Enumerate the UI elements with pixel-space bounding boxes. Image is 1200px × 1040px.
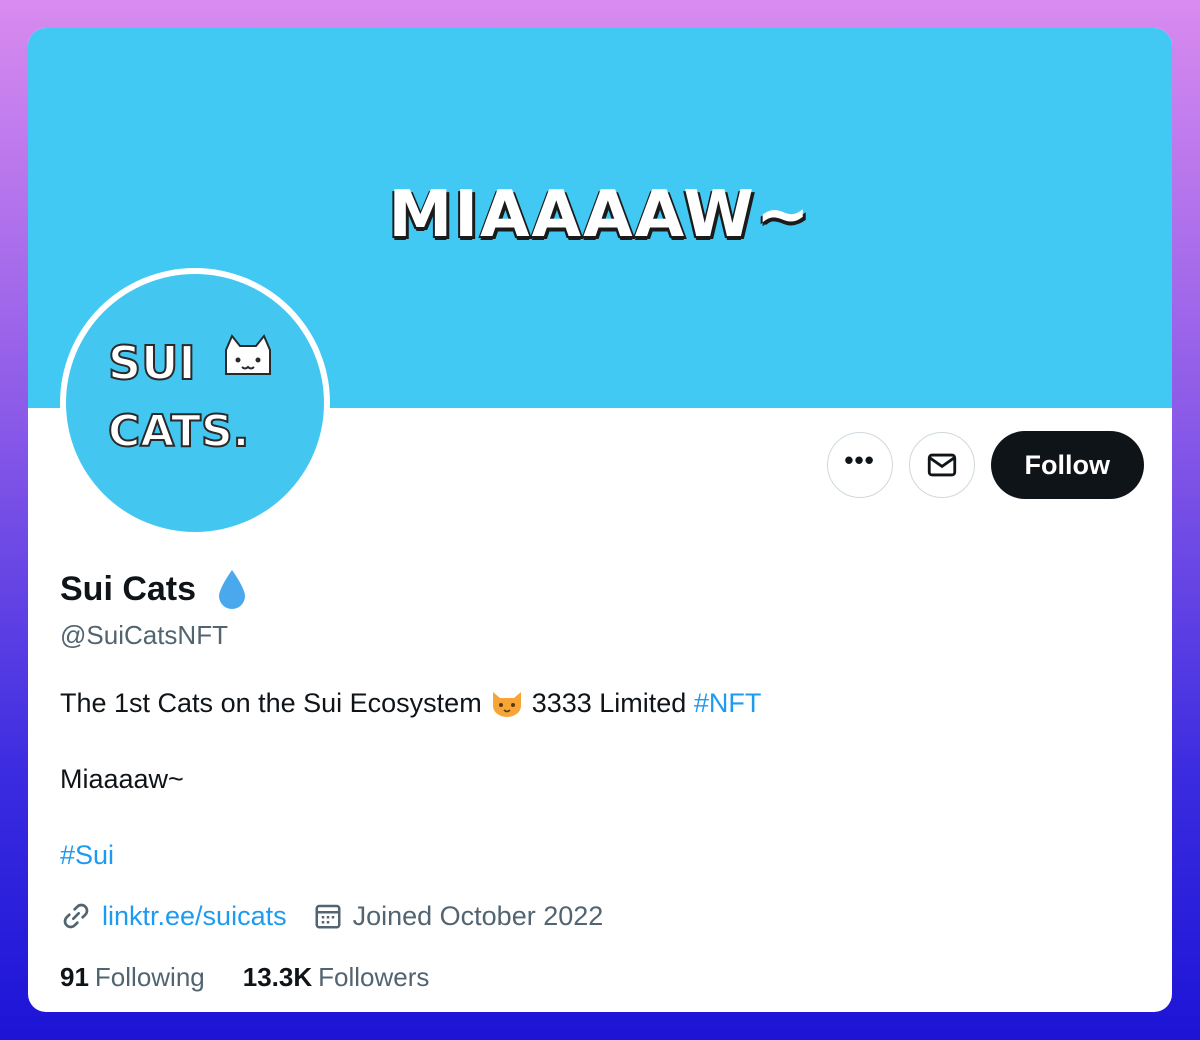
calendar-icon: [315, 904, 341, 929]
website-item: linktr.ee/suicats: [60, 900, 287, 932]
profile-actions: ••• Follow: [826, 430, 1144, 500]
profile-card: MIAAAAW~ SUI CATS. ••• Follow Sui Cats @…: [28, 28, 1172, 1012]
hashtag-nft[interactable]: #NFT: [694, 688, 762, 718]
following-label: Following: [94, 962, 205, 992]
followers-count: 13.3K: [242, 962, 313, 992]
hashtag-sui[interactable]: #Sui: [60, 840, 114, 870]
joined-date: Joined October 2022: [352, 900, 604, 931]
follow-button[interactable]: Follow: [990, 431, 1144, 499]
bio-spacer: [60, 798, 761, 836]
profile-meta: linktr.ee/suicats Joined October 2022: [60, 900, 603, 932]
followers-stat[interactable]: 13.3K Followers: [243, 962, 430, 993]
drop-icon: [219, 570, 246, 609]
followers-label: Followers: [318, 962, 430, 992]
sui-cats-logo: SUI CATS.: [107, 334, 271, 458]
profile-name: Sui Cats: [60, 569, 197, 608]
more-button[interactable]: •••: [826, 432, 893, 498]
envelope-icon: [927, 453, 956, 477]
logo-text-line2: CATS.: [108, 406, 249, 457]
bio-line-3: #Sui: [60, 836, 761, 874]
following-stat[interactable]: 91 Following: [60, 962, 205, 993]
bio-line-2: Miaaaaw~: [60, 764, 184, 794]
logo-text-line1: SUI: [108, 336, 196, 390]
bio-text: The 1st Cats on the Sui Ecosystem: [60, 688, 482, 718]
banner-text: MIAAAAW~: [388, 178, 812, 252]
bio-limited-text: 3333 Limited: [531, 688, 687, 718]
website-link[interactable]: linktr.ee/suicats: [102, 901, 287, 932]
profile-stats: 91 Following 13.3K Followers: [60, 962, 429, 993]
profile-name-row: Sui Cats: [60, 568, 248, 610]
cat-face-emoji: [490, 686, 524, 728]
following-count: 91: [60, 962, 89, 992]
bio-spacer: [60, 722, 761, 760]
joined-item: Joined October 2022: [313, 900, 604, 932]
profile-handle: @SuiCatsNFT: [60, 620, 228, 650]
more-icon: •••: [844, 445, 875, 475]
avatar-image: SUI CATS.: [66, 274, 324, 532]
link-icon: [63, 903, 89, 929]
profile-bio: The 1st Cats on the Sui Ecosystem 3333 Li…: [60, 684, 761, 874]
avatar[interactable]: SUI CATS.: [60, 268, 330, 538]
message-button[interactable]: [908, 432, 975, 498]
bio-line-1: The 1st Cats on the Sui Ecosystem 3333 Li…: [60, 684, 761, 722]
logo-cat-icon: [225, 334, 271, 375]
